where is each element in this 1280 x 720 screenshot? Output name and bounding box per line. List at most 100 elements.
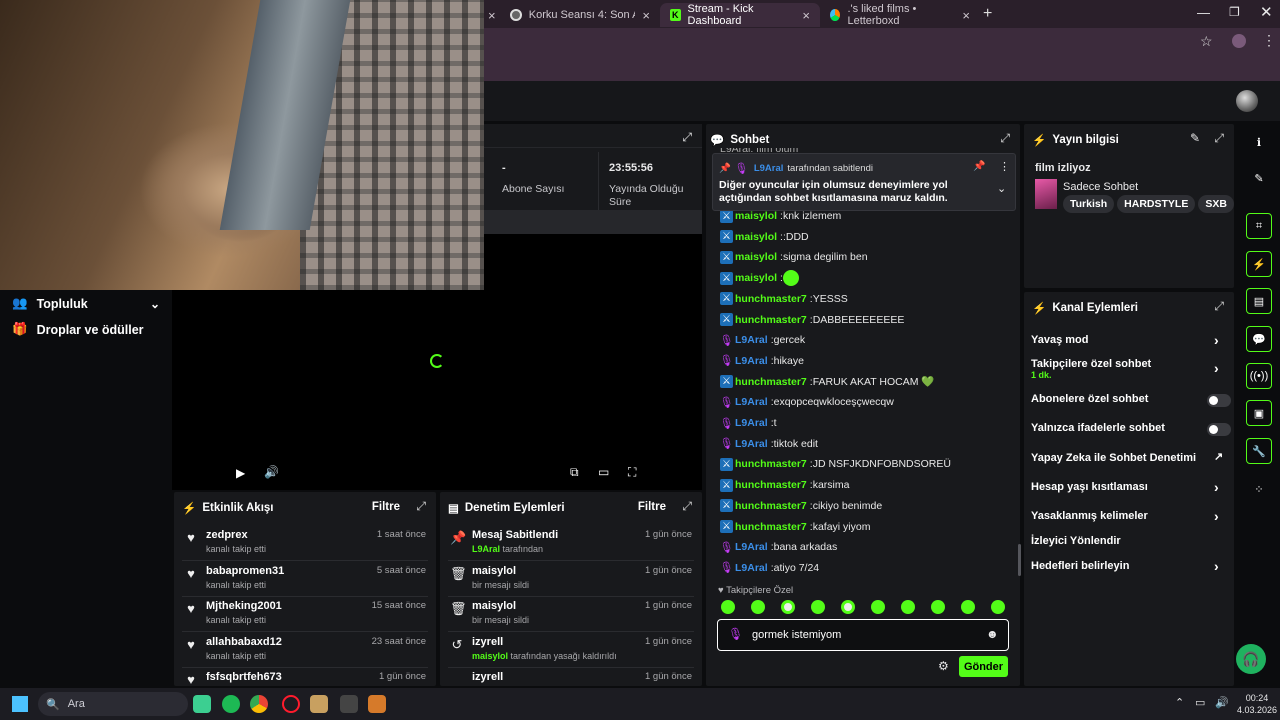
- channel-action-item[interactable]: Yasaklanmış kelimeler ›: [1031, 508, 1231, 526]
- pinned-message[interactable]: 📌 🎙 L9Aral tarafından sabitlendi 📌 ⋮ Diğ…: [712, 153, 1016, 211]
- bolt-icon[interactable]: ⚡: [1246, 251, 1272, 277]
- fullscreen-icon[interactable]: ⛶: [628, 465, 636, 480]
- event-user[interactable]: babapromen31: [206, 565, 284, 577]
- close-icon[interactable]: ×: [962, 8, 970, 23]
- edit-pencil-icon[interactable]: ✎: [1190, 131, 1200, 145]
- chat-username[interactable]: maisylol: [735, 272, 777, 284]
- toggle-switch[interactable]: [1207, 394, 1231, 407]
- chevron-up-icon[interactable]: ⌃: [1175, 696, 1184, 709]
- windows-start-icon[interactable]: [12, 696, 28, 712]
- event-title[interactable]: maisylol: [472, 600, 516, 612]
- app-icon[interactable]: [340, 695, 358, 713]
- activity-event-row[interactable]: ♥ zedprex kanalı takip etti 1 saat önce: [174, 525, 436, 561]
- tab-kick-dashboard[interactable]: K Stream - Kick Dashboard ×: [660, 3, 820, 27]
- display-icon[interactable]: ▭: [1195, 696, 1205, 709]
- activity-event-row[interactable]: ♥ babapromen31 kanalı takip etti 5 saat önc…: [174, 561, 436, 597]
- app-icon[interactable]: [368, 695, 386, 713]
- scan-icon[interactable]: ⌗: [1246, 213, 1272, 239]
- emote-button[interactable]: [961, 600, 975, 614]
- chat-icon[interactable]: 💬: [1246, 326, 1272, 352]
- nav-droplar[interactable]: 🎁 Droplar ve ödüller: [12, 322, 144, 337]
- tab-letterboxd[interactable]: .'s liked films • Letterboxd ×: [820, 3, 980, 27]
- chat-username[interactable]: maisylol: [735, 210, 777, 222]
- expand-icon[interactable]: ⤢: [1214, 299, 1224, 314]
- event-title[interactable]: izyrell: [472, 636, 503, 648]
- bookmark-star-icon[interactable]: ☆: [1200, 33, 1213, 50]
- emote-button[interactable]: [781, 600, 795, 614]
- chat-username[interactable]: hunchmaster7: [735, 521, 807, 533]
- emote-button[interactable]: [991, 600, 1005, 614]
- chat-username[interactable]: L9Aral: [735, 334, 768, 346]
- channel-action-item[interactable]: Yalnızca ifadelerle sohbet: [1031, 422, 1231, 438]
- chat-message[interactable]: ⚔ hunchmaster7: cikiyo benimde: [720, 497, 882, 515]
- chevron-down-icon[interactable]: ⌄: [997, 182, 1006, 195]
- activity-filter-button[interactable]: Filtre: [372, 501, 400, 513]
- emote-button[interactable]: [841, 600, 855, 614]
- chat-input[interactable]: 🎙 gormek istemiyom ☻: [717, 619, 1009, 651]
- chat-username[interactable]: hunchmaster7: [735, 293, 807, 305]
- toggle-switch[interactable]: [1207, 423, 1231, 436]
- chat-username[interactable]: L9Aral: [735, 417, 768, 429]
- emote-button[interactable]: [721, 600, 735, 614]
- channel-action-item[interactable]: Abonelere özel sohbet: [1031, 393, 1231, 409]
- chat-message[interactable]: 🎙 L9Aral: exqopceqwkloceşçwecqw: [720, 393, 894, 411]
- chat-message[interactable]: 🎙 L9Aral: gercek: [720, 331, 806, 349]
- chrome-icon[interactable]: [250, 695, 268, 713]
- expand-icon[interactable]: ⤢: [416, 499, 426, 514]
- volume-icon[interactable]: 🔊: [264, 465, 279, 479]
- user-avatar[interactable]: [1236, 90, 1258, 112]
- chat-message[interactable]: ⚔ hunchmaster7: DABBEEEEEEEEE: [720, 311, 904, 329]
- expand-icon[interactable]: ⤢: [1000, 131, 1010, 146]
- menu-dots-icon[interactable]: ⋮: [1262, 32, 1276, 49]
- moderation-event-row[interactable]: 🗑 maisylol bir mesajı sildi 1 gün önce: [440, 561, 702, 597]
- broadcast-icon[interactable]: ((•)): [1246, 363, 1272, 389]
- chat-username[interactable]: L9Aral: [735, 541, 768, 553]
- chat-username[interactable]: hunchmaster7: [735, 500, 807, 512]
- clock[interactable]: 00:24 4.03.2026: [1237, 692, 1277, 716]
- chat-username[interactable]: hunchmaster7: [735, 458, 807, 470]
- wrench-icon[interactable]: 🔧: [1246, 438, 1272, 464]
- activity-event-row[interactable]: ♥ Mjtheking2001 kanalı takip etti 15 saat ö…: [174, 596, 436, 632]
- chat-username[interactable]: maisylol: [735, 251, 777, 263]
- send-button[interactable]: Gönder: [959, 656, 1008, 677]
- event-title[interactable]: maisylol: [472, 565, 516, 577]
- document-icon[interactable]: ▤: [1246, 288, 1272, 314]
- chat-message[interactable]: ⚔ hunchmaster7: kafayi yiyom: [720, 518, 870, 536]
- expand-icon[interactable]: ⤢: [1214, 131, 1224, 146]
- close-window-icon[interactable]: ✕: [1260, 3, 1273, 21]
- emote-button[interactable]: [871, 600, 885, 614]
- chat-username[interactable]: hunchmaster7: [735, 314, 807, 326]
- chat-message[interactable]: 🎙 L9Aral: t: [720, 414, 777, 432]
- pip-icon[interactable]: ⧉: [570, 465, 579, 480]
- emote-button[interactable]: [811, 600, 825, 614]
- nav-topluluk[interactable]: 👥 Topluluk ⌄: [12, 296, 160, 311]
- chat-message[interactable]: ⚔ maisylol:: [720, 269, 799, 287]
- profile-icon[interactable]: [1232, 34, 1246, 48]
- minimize-icon[interactable]: —: [1197, 5, 1210, 20]
- event-actor[interactable]: L9Aral: [472, 544, 500, 554]
- event-actor[interactable]: maisylol: [472, 651, 508, 661]
- emote-button[interactable]: [901, 600, 915, 614]
- tab-korku[interactable]: Korku Seansı 4: Son Ayin Film iz ×: [500, 3, 660, 27]
- inbox-icon[interactable]: ▣: [1246, 400, 1272, 426]
- close-icon[interactable]: ×: [488, 8, 496, 23]
- chat-message[interactable]: 🎙 L9Aral: tiktok edit: [720, 435, 818, 453]
- chat-message[interactable]: ⚔ hunchmaster7: karsima: [720, 476, 849, 494]
- expand-icon[interactable]: ⤢: [682, 499, 692, 514]
- theater-mode-icon[interactable]: ▭: [598, 465, 609, 479]
- event-title[interactable]: izyrell: [472, 671, 503, 683]
- pencil-icon[interactable]: ✎: [1246, 165, 1272, 191]
- event-user[interactable]: zedprex: [206, 529, 248, 541]
- opera-icon[interactable]: [282, 695, 300, 713]
- event-user[interactable]: Mjtheking2001: [206, 600, 282, 612]
- chat-username[interactable]: maisylol: [735, 231, 777, 243]
- chat-message[interactable]: 🎙 L9Aral: atiyo 7/24: [720, 559, 820, 577]
- chat-message[interactable]: 🎙 L9Aral: bana arkadas: [720, 538, 838, 556]
- moderation-filter-button[interactable]: Filtre: [638, 501, 666, 513]
- chat-message[interactable]: ⚔ hunchmaster7: JD NSFJKDNFOBNDSOREÜ: [720, 455, 951, 473]
- maximize-icon[interactable]: ❐: [1229, 5, 1240, 19]
- chat-message[interactable]: ⚔ hunchmaster7: FARUK AKAT HOCAM 💚: [720, 373, 935, 391]
- close-icon[interactable]: ×: [642, 8, 650, 23]
- emoji-icon[interactable]: ☻: [986, 627, 999, 641]
- channel-action-item[interactable]: Hesap yaşı kısıtlaması ›: [1031, 479, 1231, 497]
